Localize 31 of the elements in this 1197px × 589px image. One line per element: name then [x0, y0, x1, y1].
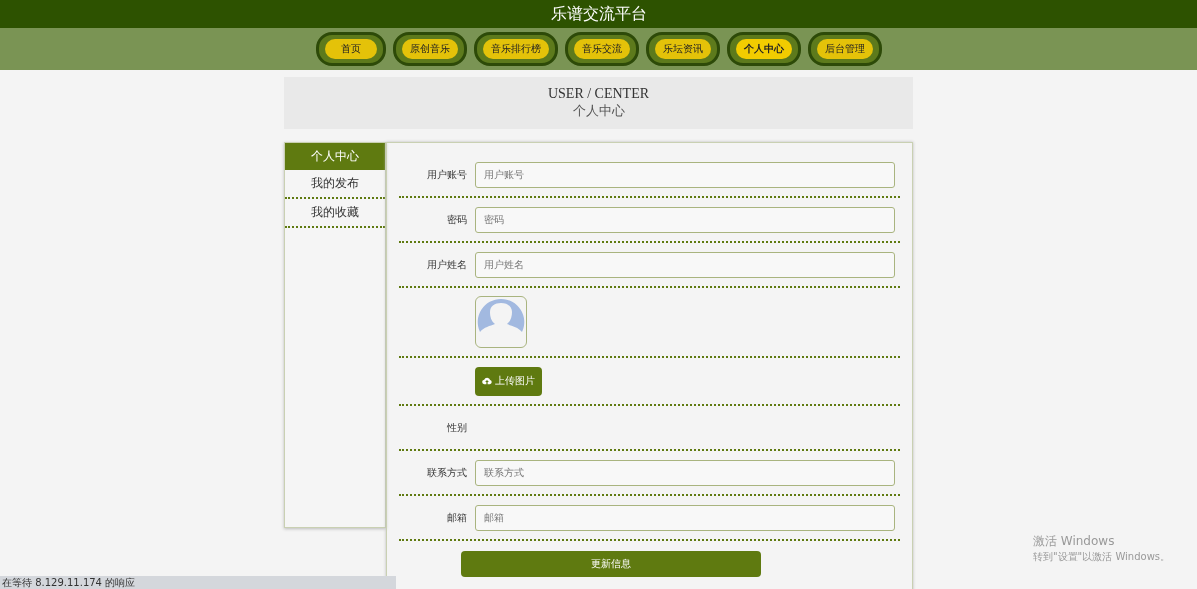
- cloud-upload-icon: [482, 377, 492, 385]
- nav-link[interactable]: 音乐排行榜: [482, 39, 549, 59]
- input-field[interactable]: 邮箱: [475, 504, 895, 531]
- banner-subtitle: 个人中心: [572, 102, 625, 120]
- sidebar-item[interactable]: 个人中心: [285, 143, 385, 170]
- field-label: 邮箱: [447, 511, 467, 523]
- nav-link[interactable]: 个人中心: [735, 39, 792, 59]
- input-field[interactable]: 密码: [475, 206, 895, 233]
- field-label: 密码: [447, 213, 467, 225]
- update-button[interactable]: 更新信息: [460, 551, 761, 577]
- upload-button[interactable]: 上传图片: [475, 366, 542, 396]
- nav-link[interactable]: 音乐交流: [573, 39, 630, 59]
- activation-text: 转到"设置"以激活 Windows。: [1033, 550, 1171, 564]
- nav-link[interactable]: 首页: [324, 39, 377, 59]
- nav-link[interactable]: 乐坛资讯: [654, 39, 711, 59]
- field-label: 用户姓名: [427, 258, 467, 270]
- sidebar-item[interactable]: 我的收藏: [285, 199, 385, 228]
- activation-title: 激活 Windows: [1033, 533, 1116, 550]
- sidebar-item[interactable]: 我的发布: [285, 170, 385, 199]
- nav-link[interactable]: 原创音乐: [401, 39, 458, 59]
- field-label: 性别: [447, 421, 467, 433]
- field-label: 用户账号: [427, 168, 467, 180]
- nav-link[interactable]: 后台管理: [816, 39, 873, 59]
- field-label: 联系方式: [427, 466, 467, 478]
- status-text: 在等待 8.129.11.174 的响应: [2, 577, 136, 588]
- site-title: 乐谱交流平台: [550, 3, 647, 25]
- banner-title: USER / CENTER: [547, 86, 650, 102]
- input-field[interactable]: 联系方式: [475, 459, 895, 486]
- input-field[interactable]: 用户账号: [475, 161, 895, 188]
- avatar-image: [475, 296, 527, 348]
- input-field[interactable]: 用户姓名: [475, 251, 895, 278]
